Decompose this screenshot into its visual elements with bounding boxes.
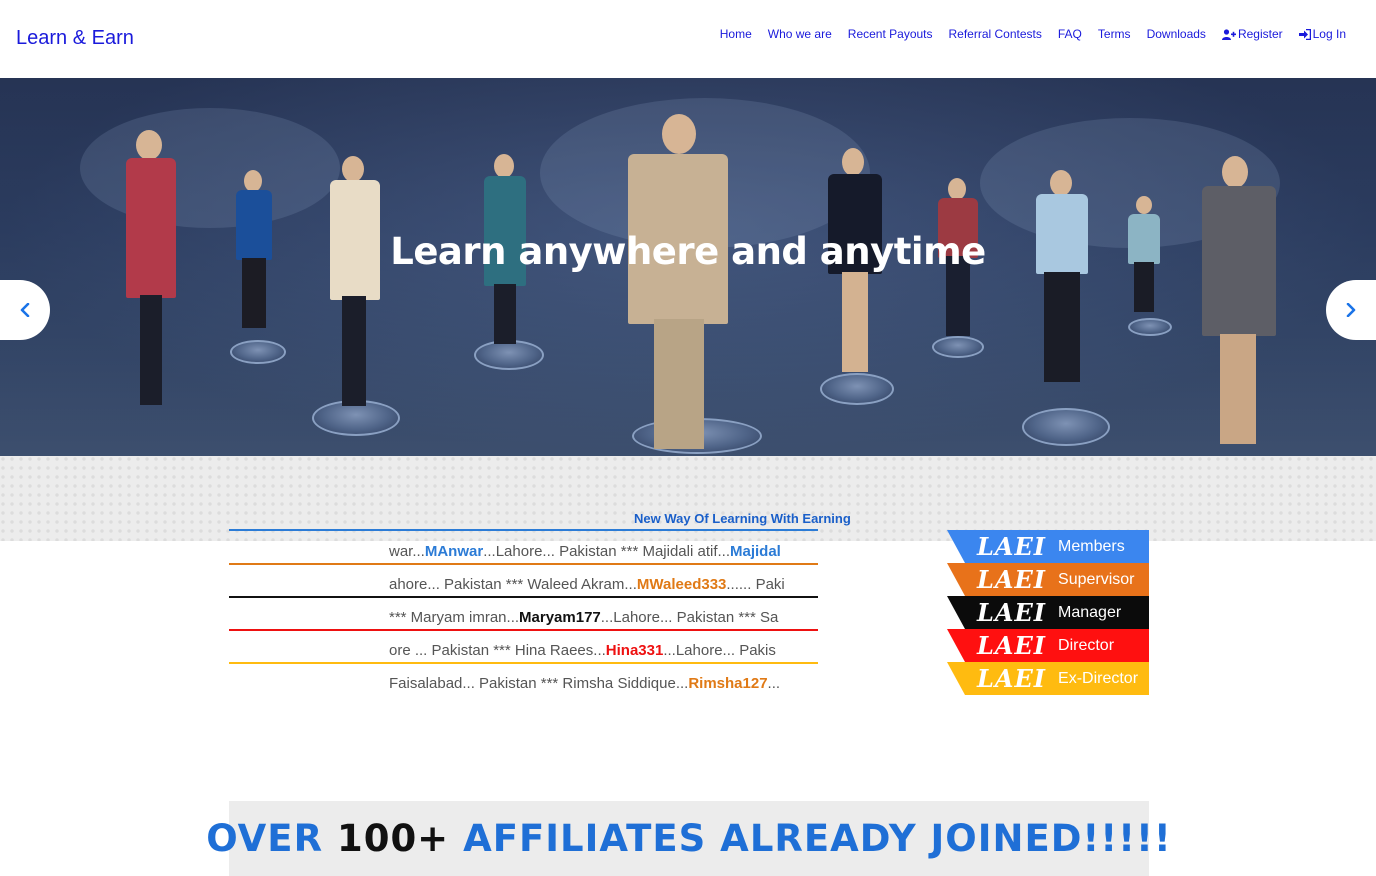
member-username: MWaleed333 — [636, 576, 727, 593]
nav-register[interactable]: Register — [1214, 27, 1291, 41]
nav-who-we-are[interactable]: Who we are — [760, 27, 840, 41]
affiliates-banner: OVER 100+ AFFILIATES ALREADY JOINED!!!!! — [206, 801, 1171, 876]
ticker-text-segment: *** Maryam imran... — [389, 609, 520, 626]
laei-logo: LAEI — [977, 532, 1047, 561]
rank-label: Members — [1058, 537, 1125, 555]
rank-label: Manager — [1058, 603, 1122, 621]
user-plus-icon — [1221, 28, 1236, 40]
nav-downloads[interactable]: Downloads — [1139, 27, 1214, 41]
ticker-text-segment: ...... Paki — [726, 576, 785, 593]
member-username: MAnwar — [424, 543, 484, 560]
nav-faq[interactable]: FAQ — [1050, 27, 1090, 41]
pedestal — [1022, 408, 1110, 446]
ticker-text-segment: ore ... Pakistan *** Hina Raees... — [389, 642, 606, 659]
nav-terms[interactable]: Terms — [1090, 27, 1139, 41]
login-label: Log In — [1312, 27, 1346, 41]
ticker-divider — [229, 563, 818, 565]
sign-in-icon — [1298, 28, 1311, 40]
pedestal — [474, 340, 544, 370]
ticker-divider — [229, 529, 818, 531]
member-username: Maryam177 — [519, 609, 601, 626]
laei-logo: LAEI — [977, 565, 1047, 594]
affiliates-text-prefix: OVER — [206, 817, 337, 860]
nav-recent-payouts[interactable]: Recent Payouts — [840, 27, 941, 41]
rank-badge-director: LAEI Director — [947, 629, 1149, 662]
nav-referral-contests[interactable]: Referral Contests — [941, 27, 1050, 41]
hero-carousel: Learn anywhere and anytime — [0, 78, 1376, 456]
affiliates-text-suffix: AFFILIATES ALREADY JOINED!!!!! — [449, 817, 1172, 860]
tagline: New Way Of Learning With Earning — [634, 511, 851, 526]
member-username: Rimsha127 — [688, 675, 768, 692]
hero-title: Learn anywhere and anytime — [390, 230, 986, 273]
main-nav: Home Who we are Recent Payouts Referral … — [712, 27, 1354, 41]
rank-badge-supervisor: LAEI Supervisor — [947, 563, 1149, 596]
navbar: Learn & Earn Home Who we are Recent Payo… — [0, 0, 1376, 78]
rank-label: Ex-Director — [1058, 669, 1139, 687]
pedestal — [820, 373, 894, 405]
nav-home[interactable]: Home — [712, 27, 760, 41]
laei-logo: LAEI — [977, 598, 1047, 627]
brand-logo[interactable]: Learn & Earn — [16, 27, 134, 50]
laei-logo: LAEI — [977, 631, 1047, 660]
register-label: Register — [1237, 27, 1283, 41]
member-username: Majidal — [730, 543, 781, 560]
ticker-members: war...MAnwar...Lahore... Pakistan *** Ma… — [389, 542, 803, 562]
ticker-manager: *** Maryam imran...Maryam177...Lahore...… — [389, 608, 803, 628]
ticker-text-segment: ...Lahore... Pakistan *** Majidali atif.… — [483, 543, 730, 560]
nav-login[interactable]: Log In — [1291, 27, 1354, 41]
ticker-text-segment: Faisalabad... Pakistan *** Rimsha Siddiq… — [389, 675, 689, 692]
pedestal — [230, 340, 286, 364]
rank-badge-members: LAEI Members — [947, 530, 1149, 563]
ticker-ex-director: Faisalabad... Pakistan *** Rimsha Siddiq… — [389, 674, 803, 694]
affiliates-count: 100+ — [336, 817, 450, 860]
chevron-right-icon — [1346, 303, 1356, 317]
ticker-divider — [229, 662, 818, 664]
pedestal — [932, 336, 984, 358]
ticker-divider — [229, 629, 818, 631]
ticker-divider — [229, 596, 818, 598]
chevron-left-icon — [20, 303, 30, 317]
member-username: Hina331 — [605, 642, 664, 659]
ticker-supervisor: ahore... Pakistan *** Waleed Akram...MWa… — [389, 575, 803, 595]
ticker-text-segment: ...Lahore... Pakis — [663, 642, 776, 659]
ticker-text-segment: ...Lahore... Pakistan *** Sa — [600, 609, 779, 626]
ticker-director: ore ... Pakistan *** Hina Raees...Hina33… — [389, 641, 803, 661]
laei-logo: LAEI — [977, 664, 1047, 693]
rank-label: Director — [1058, 636, 1115, 654]
ticker-text-segment: ahore... Pakistan *** Waleed Akram... — [389, 576, 637, 593]
rank-badge-manager: LAEI Manager — [947, 596, 1149, 629]
rank-badge-ex-director: LAEI Ex-Director — [947, 662, 1149, 695]
ticker-text-segment: ... — [767, 675, 781, 692]
ticker-text-segment: war... — [389, 543, 425, 560]
pedestal — [1128, 318, 1172, 336]
rank-label: Supervisor — [1058, 570, 1135, 588]
map-decoration — [80, 108, 340, 228]
